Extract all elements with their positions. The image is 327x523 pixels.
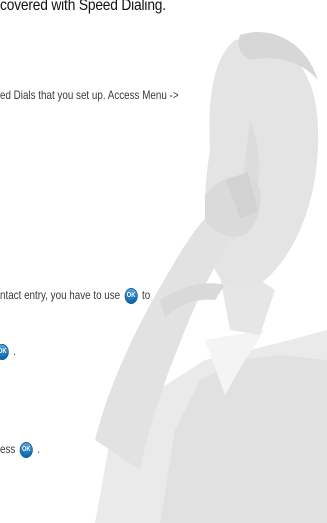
manual-page: covered with Speed Dialing. ed Dials tha… — [0, 0, 327, 523]
section-heading: covered with Speed Dialing. — [0, 0, 166, 14]
contact-entry-text-start: ntact entry, you have to use — [0, 288, 121, 303]
contact-entry-text: ntact entry, you have to use OK to — [0, 288, 150, 304]
ok-key-line-end: . — [13, 344, 16, 359]
press-ok-text-start: ess — [0, 442, 16, 457]
ok-key-line: OK . — [0, 344, 16, 360]
contact-entry-text-end: to — [142, 288, 151, 303]
ok-key-icon: OK — [124, 288, 138, 304]
press-ok-text-end: . — [37, 442, 40, 457]
man-on-phone-photo — [95, 32, 327, 523]
press-ok-text: ess OK . — [0, 442, 40, 458]
ok-key-icon: OK — [0, 344, 9, 360]
speed-dials-text: ed Dials that you set up. Access Menu -> — [0, 88, 179, 102]
ok-key-icon: OK — [19, 442, 33, 458]
